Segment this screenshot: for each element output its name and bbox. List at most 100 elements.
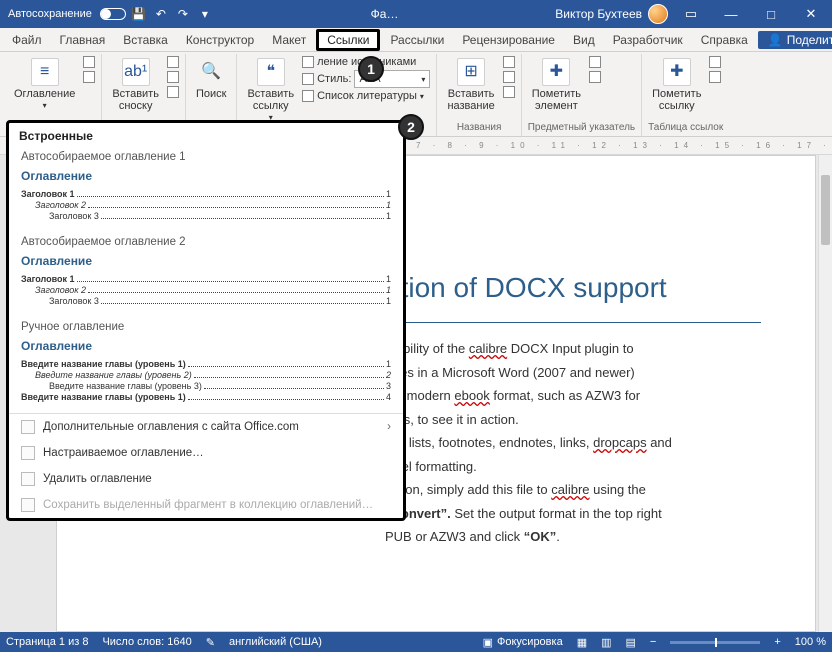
view-print-icon[interactable]: ▥ <box>601 636 611 649</box>
toc-save-selection: Сохранить выделенный фрагмент в коллекци… <box>9 492 403 518</box>
update-toc-icon[interactable] <box>83 71 95 83</box>
avatar[interactable] <box>648 4 668 24</box>
update-toa-icon[interactable] <box>709 71 721 83</box>
qat-more-icon[interactable]: ▾ <box>196 5 214 23</box>
view-web-icon[interactable]: ▤ <box>626 636 636 649</box>
autosave-toggle[interactable] <box>100 8 126 20</box>
toc-option-auto2[interactable]: Автособираемое оглавление 2 Оглавление З… <box>9 232 403 317</box>
status-bar: Страница 1 из 8 Число слов: 1640 ✎ англи… <box>0 632 832 652</box>
tab-developer[interactable]: Разработчик <box>605 30 691 50</box>
chevron-right-icon: › <box>387 421 391 433</box>
add-text-icon[interactable] <box>83 56 95 68</box>
remove-toc-icon <box>21 472 35 486</box>
callout-badge-2: 2 <box>398 114 424 140</box>
search-button[interactable]: 🔍 Поиск <box>192 56 230 102</box>
doc-heading-rule <box>385 322 761 323</box>
insert-toa-icon[interactable] <box>709 56 721 68</box>
manage-sources-icon <box>302 56 314 68</box>
tab-mailings[interactable]: Рассылки <box>382 30 452 50</box>
citation-icon: ❝ <box>257 58 285 86</box>
zoom-out-icon[interactable]: − <box>650 636 656 648</box>
view-read-icon[interactable]: ▦ <box>577 636 587 649</box>
ribbon-display-icon[interactable]: ▭ <box>674 0 708 28</box>
status-focus-mode[interactable]: ▣ Фокусировка <box>483 636 563 649</box>
table-figures-icon[interactable] <box>503 56 515 68</box>
globe-icon <box>21 420 35 434</box>
toc-option-auto1[interactable]: Автособираемое оглавление 1 Оглавление З… <box>9 147 403 232</box>
tab-layout[interactable]: Макет <box>264 30 314 50</box>
toc-button[interactable]: ≡ Оглавление ▾ <box>10 56 79 113</box>
status-spellcheck[interactable]: ✎ <box>206 636 215 649</box>
doc-paragraph: tures in a Microsoft Word (2007 and newe… <box>385 363 761 383</box>
insert-endnote-icon[interactable] <box>167 56 179 68</box>
user-name: Виктор Бухтеев <box>555 7 642 21</box>
chevron-down-icon: ▾ <box>420 92 424 101</box>
status-words[interactable]: Число слов: 1640 <box>102 636 191 648</box>
group-toa: ✚ Пометить ссылку Таблица ссылок <box>642 54 729 136</box>
doc-paragraph: “Convert”. Set the output format in the … <box>385 504 761 524</box>
mark-citation-button[interactable]: ✚ Пометить ссылку <box>648 56 705 114</box>
doc-heading: ation of DOCX support <box>385 272 761 304</box>
update-index-icon[interactable] <box>589 71 601 83</box>
toc-builtin-header: Встроенные <box>9 123 403 147</box>
search-icon: 🔍 <box>197 58 225 86</box>
bibliography-icon <box>302 90 314 102</box>
scrollbar-thumb[interactable] <box>821 175 830 245</box>
status-language[interactable]: английский (США) <box>229 636 322 648</box>
bibliography-button[interactable]: Список литературы ▾ <box>302 90 430 102</box>
save-icon[interactable]: 💾 <box>130 5 148 23</box>
insert-footnote-button[interactable]: ab¹ Вставить сноску <box>108 56 163 114</box>
toc-gallery-dropdown: Встроенные Автособираемое оглавление 1 О… <box>6 120 406 521</box>
custom-toc-icon <box>21 446 35 460</box>
group-index: ✚ Пометить элемент Предметный указатель <box>522 54 642 136</box>
doc-paragraph: e ability of the calibre DOCX Input plug… <box>385 339 761 359</box>
toa-icon: ✚ <box>663 58 691 86</box>
doc-paragraph: level formatting. <box>385 457 761 477</box>
toc-icon: ≡ <box>31 58 59 86</box>
redo-icon[interactable]: ↷ <box>174 5 192 23</box>
group-captions: ⊞ Вставить название Названия <box>437 54 521 136</box>
toc-custom[interactable]: Настраиваемое оглавление… <box>9 440 403 466</box>
ribbon-tabs: Файл Главная Вставка Конструктор Макет С… <box>0 28 832 52</box>
tab-help[interactable]: Справка <box>693 30 756 50</box>
save-selection-icon <box>21 498 35 512</box>
insert-index-icon[interactable] <box>589 56 601 68</box>
doc-paragraph: PUB or AZW3 and click “OK”. <box>385 527 761 547</box>
toc-option-manual[interactable]: Ручное оглавление Оглавление Введите наз… <box>9 317 403 413</box>
maximize-icon[interactable]: □ <box>754 0 788 28</box>
tab-file[interactable]: Файл <box>4 30 50 50</box>
zoom-in-icon[interactable]: + <box>774 636 780 648</box>
footnote-icon: ab¹ <box>122 58 150 86</box>
vertical-scrollbar[interactable] <box>818 155 832 632</box>
undo-icon[interactable]: ↶ <box>152 5 170 23</box>
chevron-down-icon: ▾ <box>421 75 425 84</box>
toc-remove[interactable]: Удалить оглавление <box>9 466 403 492</box>
doc-paragraph: ders, to see it in action. <box>385 410 761 430</box>
mark-entry-button[interactable]: ✚ Пометить элемент <box>528 56 585 114</box>
tab-home[interactable]: Главная <box>52 30 114 50</box>
index-icon: ✚ <box>542 58 570 86</box>
zoom-level[interactable]: 100 % <box>795 636 826 648</box>
tab-references[interactable]: Ссылки <box>316 29 380 51</box>
toc-more-online[interactable]: Дополнительные оглавления с сайта Office… <box>9 414 403 440</box>
tab-insert[interactable]: Вставка <box>115 30 176 50</box>
update-table-icon[interactable] <box>503 71 515 83</box>
doc-paragraph: action, simply add this file to calibre … <box>385 480 761 500</box>
status-page[interactable]: Страница 1 из 8 <box>6 636 88 648</box>
minimize-icon[interactable]: — <box>714 0 748 28</box>
share-button[interactable]: 👤 Поделиться <box>758 31 832 49</box>
cross-ref-icon[interactable] <box>503 86 515 98</box>
titlebar: Автосохранение 💾 ↶ ↷ ▾ Фа… Виктор Бухтее… <box>0 0 832 28</box>
insert-caption-button[interactable]: ⊞ Вставить название <box>443 56 498 114</box>
next-footnote-icon[interactable] <box>167 71 179 83</box>
zoom-slider[interactable] <box>670 641 760 644</box>
autosave-label: Автосохранение <box>8 8 92 20</box>
share-icon: 👤 <box>768 33 783 47</box>
close-icon[interactable]: ✕ <box>794 0 828 28</box>
tab-review[interactable]: Рецензирование <box>454 30 563 50</box>
show-notes-icon[interactable] <box>167 86 179 98</box>
tab-view[interactable]: Вид <box>565 30 603 50</box>
tab-design[interactable]: Конструктор <box>178 30 262 50</box>
style-icon <box>302 73 314 85</box>
insert-citation-button[interactable]: ❝ Вставить ссылку ▾ <box>243 56 298 125</box>
